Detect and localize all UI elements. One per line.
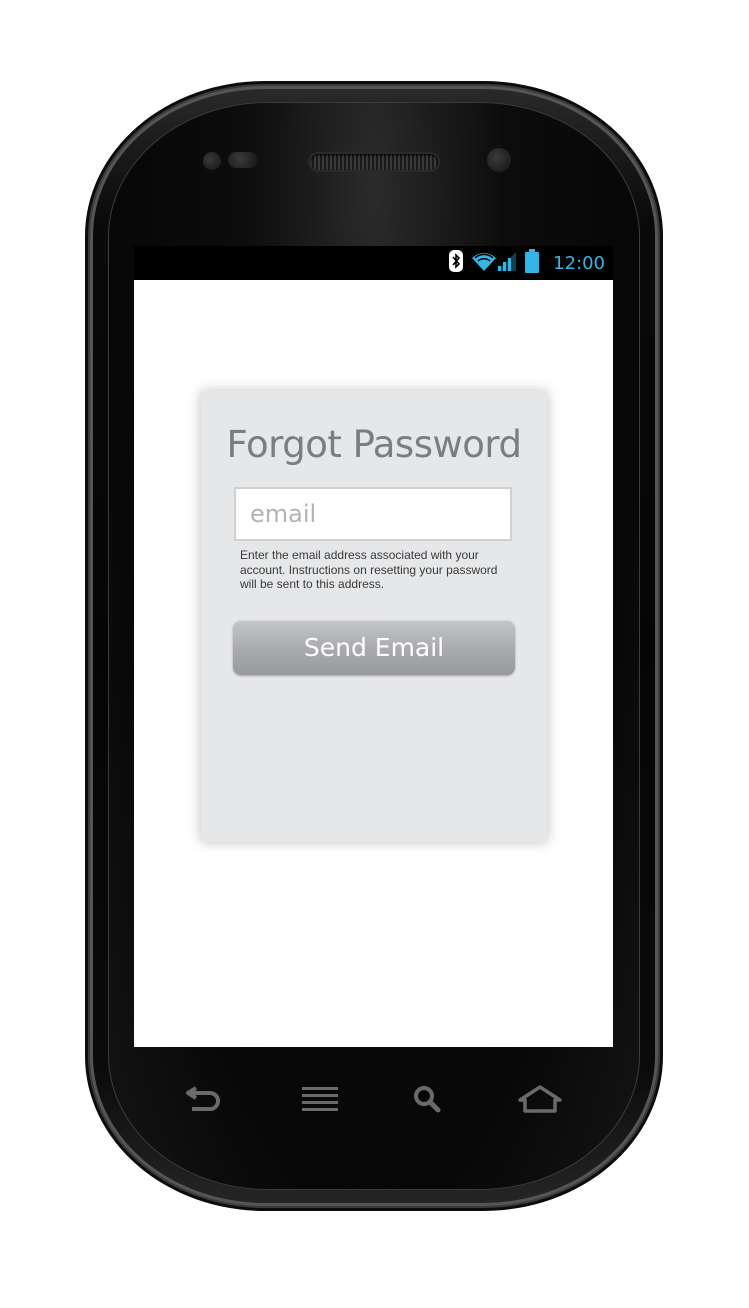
email-field[interactable] [234, 487, 512, 541]
forgot-password-card: Forgot Password Enter the email address … [201, 391, 547, 842]
battery-icon [525, 248, 540, 278]
navigation-bar [134, 1047, 613, 1157]
wifi-icon [471, 250, 497, 277]
status-bar: 12:00 [134, 246, 613, 280]
menu-button[interactable] [292, 1083, 348, 1119]
app-screen: Forgot Password Enter the email address … [134, 280, 613, 1047]
bluetooth-icon [449, 249, 464, 277]
menu-icon [300, 1085, 340, 1118]
signal-icon [495, 250, 517, 277]
search-button[interactable] [400, 1083, 456, 1119]
email-help-text: Enter the email address associated with … [240, 548, 498, 591]
page-title: Forgot Password [226, 423, 522, 466]
send-email-button[interactable]: Send Email [233, 620, 515, 675]
back-button[interactable] [176, 1083, 232, 1119]
search-icon [412, 1084, 444, 1119]
status-time: 12:00 [553, 252, 605, 274]
light-sensor-icon [228, 152, 258, 168]
home-icon [517, 1084, 563, 1119]
back-icon [184, 1084, 224, 1119]
home-button[interactable] [512, 1083, 568, 1119]
earpiece-speaker [310, 154, 438, 170]
proximity-sensor-icon [203, 152, 221, 170]
front-camera-icon [487, 148, 511, 172]
device-mockup: 12:00 Forgot Password Enter the email ad… [0, 0, 749, 1308]
